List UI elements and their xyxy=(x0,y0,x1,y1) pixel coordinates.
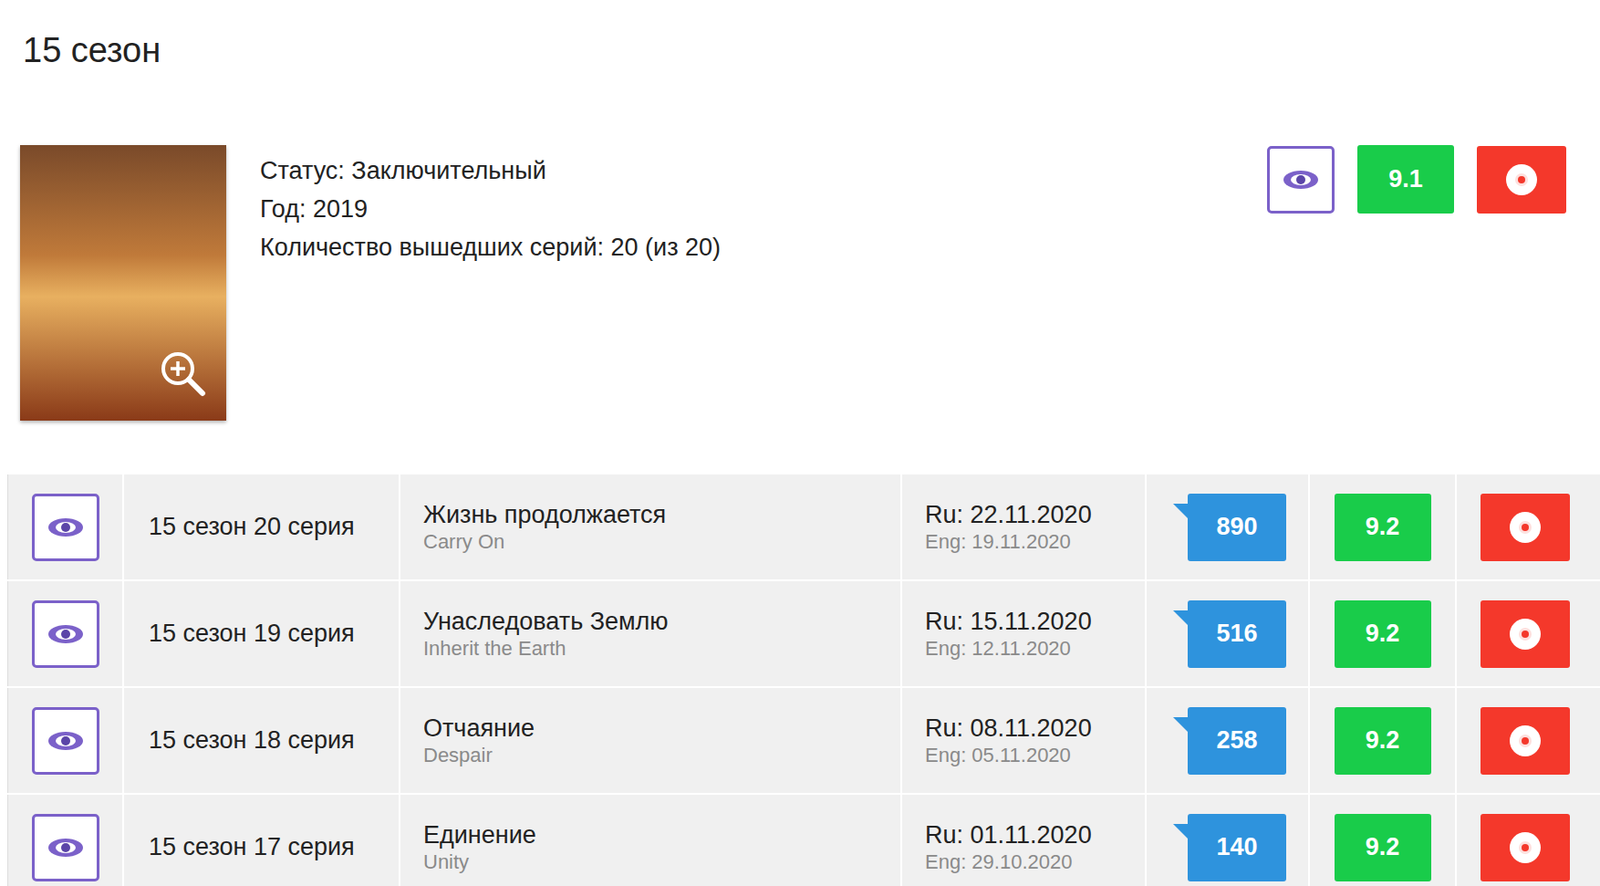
episode-title-en: Inherit the Earth xyxy=(423,635,901,662)
comment-tail-icon xyxy=(1173,503,1188,519)
record-cell xyxy=(1456,687,1600,793)
record-cell xyxy=(1456,581,1600,686)
date-ru: Ru: 22.11.2020 xyxy=(924,499,1145,530)
episode-title-en: Unity xyxy=(423,849,901,875)
episode-dates: Ru: 22.11.2020Eng: 19.11.2020 xyxy=(902,474,1147,580)
season-actions: 9.1 xyxy=(1267,145,1567,214)
zoom-icon[interactable] xyxy=(158,349,207,397)
record-button[interactable] xyxy=(1480,813,1570,882)
eye-icon xyxy=(46,835,85,860)
comments-cell: 140 xyxy=(1146,794,1310,886)
record-button[interactable] xyxy=(1480,493,1570,562)
eye-icon xyxy=(46,515,85,540)
eye-icon xyxy=(46,622,85,646)
eye-icon xyxy=(46,728,85,753)
season-info-line: Статус: Заключительный xyxy=(259,156,721,185)
episode-label: 15 сезон 19 серия xyxy=(124,581,401,686)
season-info-line: Год: 2019 xyxy=(259,195,721,223)
record-icon xyxy=(1507,616,1543,652)
record-button[interactable] xyxy=(1480,600,1570,668)
rating-cell: 9.2 xyxy=(1309,581,1457,686)
episode-title-cell: Унаследовать ЗемлюInherit the Earth xyxy=(400,581,903,686)
record-button[interactable] xyxy=(1476,145,1567,214)
season-heading: 15 сезон xyxy=(0,0,1600,68)
episode-title-en: Despair xyxy=(423,742,901,769)
episode-dates: Ru: 01.11.2020Eng: 29.10.2020 xyxy=(902,794,1147,886)
comment-tail-icon xyxy=(1173,823,1188,839)
date-ru: Ru: 15.11.2020 xyxy=(924,606,1145,636)
season-page: 15 сезон Статус: Заключительный Год: 2019 К… xyxy=(0,0,1600,886)
date-en: Eng: 29.10.2020 xyxy=(924,849,1145,875)
comments-cell: 258 xyxy=(1146,687,1310,793)
episode-label: 15 сезон 20 серия xyxy=(124,474,401,580)
episode-watch-cell xyxy=(8,474,125,580)
episode-title-en: Carry On xyxy=(423,529,901,555)
episode-watch-cell xyxy=(8,581,125,686)
watched-toggle[interactable] xyxy=(31,600,100,668)
comment-tail-icon xyxy=(1173,716,1188,732)
comment-tail-icon xyxy=(1173,610,1188,625)
episode-label: 15 сезон 17 серия xyxy=(124,794,401,886)
comments-cell: 516 xyxy=(1146,581,1310,686)
episode-title[interactable]: Единение xyxy=(423,820,901,850)
date-en: Eng: 19.11.2020 xyxy=(924,529,1145,555)
date-ru: Ru: 01.11.2020 xyxy=(924,820,1145,850)
rating-cell: 9.2 xyxy=(1309,474,1457,580)
episode-dates: Ru: 08.11.2020Eng: 05.11.2020 xyxy=(902,687,1147,793)
record-button[interactable] xyxy=(1480,706,1570,775)
episode-row: 15 сезон 19 серияУнаследовать ЗемлюInher… xyxy=(7,581,1600,686)
season-info: Статус: Заключительный Год: 2019 Количеств… xyxy=(259,145,721,261)
episode-dates: Ru: 15.11.2020Eng: 12.11.2020 xyxy=(902,581,1147,686)
episode-row: 15 сезон 18 серияОтчаяниеDespairRu: 08.1… xyxy=(7,687,1600,793)
episode-row: 15 сезон 17 серияЕдинениеUnityRu: 01.11.… xyxy=(7,794,1600,886)
rating-badge[interactable]: 9.2 xyxy=(1334,813,1432,882)
date-en: Eng: 05.11.2020 xyxy=(924,742,1145,769)
comments-badge[interactable]: 516 xyxy=(1187,600,1287,668)
episode-title-cell: Жизнь продолжаетсяCarry On xyxy=(400,474,903,580)
rating-cell: 9.2 xyxy=(1309,794,1457,886)
record-cell xyxy=(1456,474,1600,580)
watched-toggle[interactable] xyxy=(1267,145,1335,214)
episode-watch-cell xyxy=(8,687,125,793)
rating-cell: 9.2 xyxy=(1309,687,1457,793)
rating-badge[interactable]: 9.2 xyxy=(1334,600,1432,668)
watched-toggle[interactable] xyxy=(31,706,100,775)
rating-badge[interactable]: 9.2 xyxy=(1334,706,1432,775)
episode-label: 15 сезон 18 серия xyxy=(124,687,401,793)
episode-title-cell: ОтчаяниеDespair xyxy=(400,687,903,793)
comments-badge[interactable]: 140 xyxy=(1187,813,1287,882)
record-icon xyxy=(1504,162,1539,198)
episode-title[interactable]: Жизнь продолжается xyxy=(423,499,901,530)
season-poster[interactable] xyxy=(20,145,227,421)
record-icon xyxy=(1507,509,1543,545)
eye-icon xyxy=(1281,167,1320,192)
comments-badge[interactable]: 890 xyxy=(1187,493,1287,562)
episode-title-cell: ЕдинениеUnity xyxy=(400,794,903,886)
season-info-line: Количество вышедших серий: 20 (из 20) xyxy=(259,233,721,261)
episode-title[interactable]: Унаследовать Землю xyxy=(423,606,901,636)
rating-badge[interactable]: 9.1 xyxy=(1357,145,1455,214)
date-ru: Ru: 08.11.2020 xyxy=(924,713,1145,743)
watched-toggle[interactable] xyxy=(31,813,100,882)
date-en: Eng: 12.11.2020 xyxy=(924,635,1145,662)
watched-toggle[interactable] xyxy=(31,493,100,562)
episode-row: 15 сезон 20 серияЖизнь продолжаетсяCarry… xyxy=(7,474,1600,580)
record-icon xyxy=(1507,830,1543,865)
season-summary: Статус: Заключительный Год: 2019 Количеств… xyxy=(0,145,1600,421)
record-icon xyxy=(1507,723,1543,759)
episode-title[interactable]: Отчаяние xyxy=(423,713,901,743)
episode-watch-cell xyxy=(8,794,125,886)
episode-table: 15 сезон 20 серияЖизнь продолжаетсяCarry… xyxy=(0,474,1600,886)
record-cell xyxy=(1456,794,1600,886)
rating-badge[interactable]: 9.2 xyxy=(1334,493,1432,562)
comments-cell: 890 xyxy=(1146,474,1310,580)
comments-badge[interactable]: 258 xyxy=(1187,706,1287,775)
